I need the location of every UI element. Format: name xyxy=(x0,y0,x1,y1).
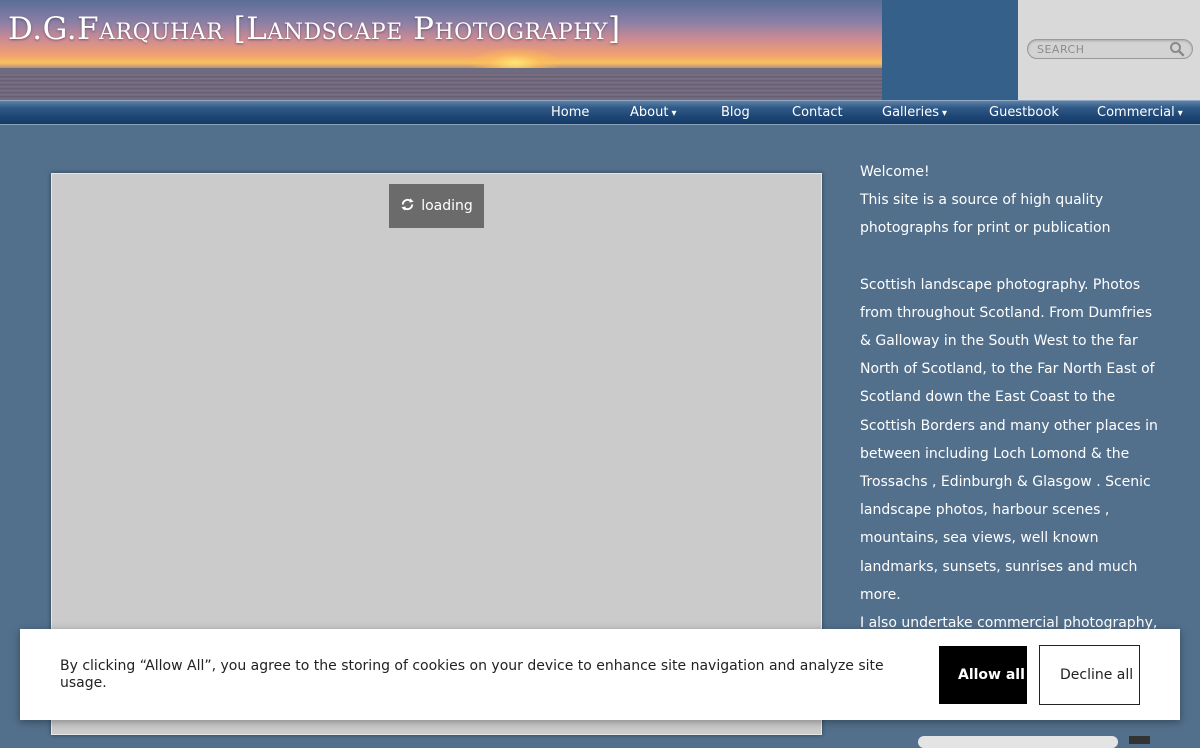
search-box xyxy=(1027,39,1193,59)
nav-label: Galleries xyxy=(882,105,939,120)
nav-guestbook[interactable]: Guestbook xyxy=(989,101,1059,124)
nav-label: Commercial xyxy=(1097,105,1175,120)
nav-label: Home xyxy=(551,105,590,120)
loading-indicator: loading xyxy=(389,184,484,228)
nav-galleries[interactable]: Galleries ▾ xyxy=(882,101,947,124)
nav-about[interactable]: About ▾ xyxy=(630,101,676,124)
nav-home[interactable]: Home xyxy=(551,101,589,124)
nav-label: Blog xyxy=(721,105,750,120)
nav-contact[interactable]: Contact xyxy=(792,101,843,124)
search-panel xyxy=(1018,0,1200,100)
search-input[interactable] xyxy=(1037,42,1162,56)
welcome-heading: Welcome! xyxy=(860,164,930,180)
main-nav: Home About ▾ Blog Contact Galleries ▾ Gues… xyxy=(0,100,1200,125)
nav-label: About xyxy=(630,105,669,120)
nav-label: Contact xyxy=(792,105,843,120)
site-title[interactable]: D.G.Farquhar [Landscape Photography] xyxy=(8,11,621,47)
nav-blog[interactable]: Blog xyxy=(721,101,750,124)
chevron-down-icon: ▾ xyxy=(671,108,677,119)
site-header: D.G.Farquhar [Landscape Photography] xyxy=(0,0,1200,100)
description-text: Scottish landscape photography. Photos f… xyxy=(860,276,1158,603)
allow-all-button[interactable]: Allow all xyxy=(939,646,1027,704)
search-icon[interactable] xyxy=(1169,41,1185,57)
chevron-down-icon: ▾ xyxy=(1177,108,1183,119)
footer-icon[interactable] xyxy=(1129,736,1150,744)
chevron-down-icon: ▾ xyxy=(942,108,948,119)
header-banner-image[interactable]: D.G.Farquhar [Landscape Photography] xyxy=(0,0,882,100)
loading-label: loading xyxy=(421,198,473,214)
footer-widget[interactable] xyxy=(918,736,1118,748)
nav-commercial[interactable]: Commercial ▾ xyxy=(1097,101,1183,124)
decline-all-button[interactable]: Decline all xyxy=(1039,645,1140,705)
welcome-text: Welcome! This site is a source of high q… xyxy=(860,158,1160,637)
cookie-message: By clicking “Allow All”, you agree to th… xyxy=(60,658,884,691)
intro-text: This site is a source of high quality ph… xyxy=(860,192,1111,237)
header-spacer xyxy=(882,0,1018,100)
sea-area xyxy=(0,73,882,100)
cookie-banner: By clicking “Allow All”, you agree to th… xyxy=(20,629,1180,720)
refresh-icon xyxy=(400,197,415,216)
nav-label: Guestbook xyxy=(989,105,1059,120)
